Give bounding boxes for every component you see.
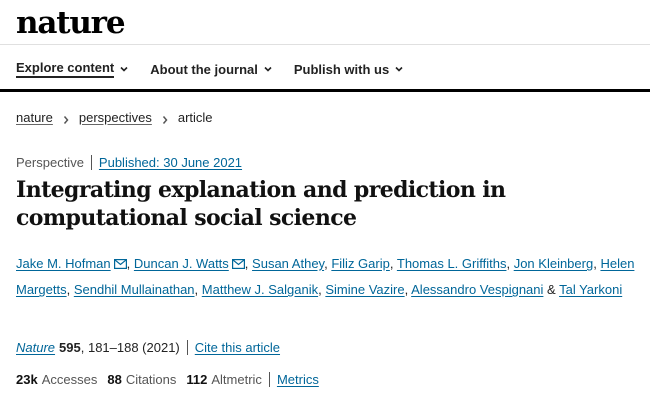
chevron-down-icon: [394, 64, 404, 74]
author-separator: ,: [244, 256, 249, 271]
author-separator: ,: [324, 256, 328, 271]
author-link[interactable]: Jake M. Hofman: [16, 256, 111, 271]
accesses-count: 23k: [16, 372, 38, 387]
nav-explore-content-label: Explore content: [16, 60, 115, 78]
nav-explore-content[interactable]: Explore content: [16, 60, 129, 78]
author-separator: ,: [593, 256, 597, 271]
chevron-down-icon: [119, 64, 129, 74]
main-nav: Explore content About the journal Publis…: [0, 59, 425, 79]
altmetric-label: Altmetric: [211, 372, 262, 387]
chevron-right-icon: [62, 113, 70, 124]
page-range: , 181–188 (2021): [80, 340, 180, 355]
citations-count: 88: [107, 372, 122, 387]
citations-label: Citations: [125, 372, 177, 387]
header-divider: [0, 44, 650, 45]
author-list: Jake M. Hofman, Duncan J. Watts, Susan A…: [16, 251, 636, 303]
volume-number: 595: [59, 340, 81, 355]
author-separator: ,: [404, 282, 409, 297]
nav-about-the-journal[interactable]: About the journal: [150, 62, 273, 77]
author-separator: ,: [318, 282, 322, 297]
author-separator: ,: [389, 256, 394, 271]
author-separator: ,: [66, 282, 71, 297]
author-link[interactable]: Filiz Garip: [331, 256, 390, 271]
nav-divider: [0, 89, 650, 92]
nav-about-the-journal-label: About the journal: [150, 61, 258, 77]
author-link[interactable]: Simine Vazire: [325, 282, 404, 297]
breadcrumb: nature perspectives article: [16, 110, 213, 125]
citation-line: Nature 595 , 181–188 (2021) Cite this ar…: [16, 340, 280, 355]
article-title: Integrating explanation and prediction i…: [16, 177, 506, 231]
author-separator: ,: [126, 256, 131, 271]
metrics-divider: [268, 372, 270, 387]
author-separator: ,: [506, 256, 511, 271]
nav-publish-with-us-label: Publish with us: [293, 61, 390, 77]
chevron-down-icon: [263, 64, 273, 74]
accesses-label: Accesses: [41, 372, 98, 387]
metrics-link[interactable]: Metrics: [277, 372, 319, 387]
envelope-icon[interactable]: [231, 259, 245, 269]
nature-logo[interactable]: nature: [16, 5, 126, 41]
published-date-link[interactable]: Published: 30 June 2021: [99, 155, 242, 170]
article-meta: Perspective Published: 30 June 2021: [16, 155, 242, 170]
author-link[interactable]: Susan Athey: [252, 256, 324, 271]
chevron-right-icon: [161, 113, 169, 124]
article-metrics: 23k Accesses 88 Citations 112 Altmetric …: [16, 372, 319, 387]
envelope-icon[interactable]: [113, 259, 127, 269]
author-link[interactable]: Jon Kleinberg: [514, 256, 594, 271]
journal-link[interactable]: Nature: [16, 340, 55, 355]
author-link[interactable]: Matthew J. Salganik: [202, 282, 318, 297]
altmetric-score: 112: [186, 372, 208, 387]
author-link[interactable]: Alessandro Vespignani: [411, 282, 543, 297]
citation-divider: [186, 340, 188, 355]
nav-publish-with-us[interactable]: Publish with us: [294, 62, 404, 77]
author-link[interactable]: Tal Yarkoni: [559, 282, 622, 297]
author-link[interactable]: Sendhil Mullainathan: [74, 282, 195, 297]
author-ampersand: &: [547, 282, 556, 297]
breadcrumb-nature[interactable]: nature: [16, 110, 53, 125]
breadcrumb-current: article: [177, 110, 213, 125]
author-separator: ,: [194, 282, 199, 297]
breadcrumb-perspectives[interactable]: perspectives: [79, 110, 152, 125]
author-link[interactable]: Thomas L. Griffiths: [397, 256, 507, 271]
meta-divider: [90, 155, 92, 170]
author-link[interactable]: Duncan J. Watts: [134, 256, 229, 271]
cite-this-article-link[interactable]: Cite this article: [195, 340, 280, 355]
article-type: Perspective: [16, 155, 84, 170]
